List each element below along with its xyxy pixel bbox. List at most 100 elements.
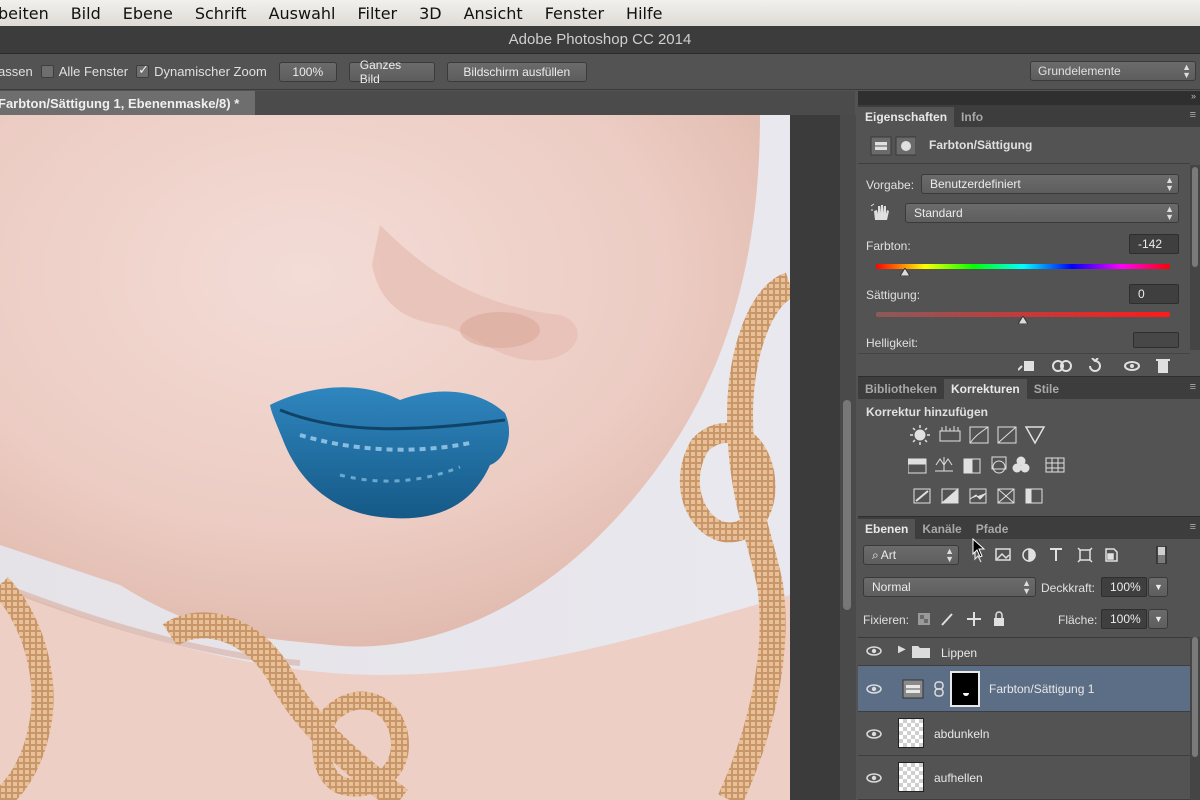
menu-bar: beiten Bild Ebene Schrift Auswahl Filter… <box>0 0 1200 26</box>
updown-icon: ▲ ▼ <box>1022 578 1031 596</box>
updown-icon: ▲ ▼ <box>1182 62 1191 80</box>
folder-icon <box>912 646 930 658</box>
adjustment-mask-icons <box>870 136 916 156</box>
lightness-label: Helligkeit: <box>866 336 919 350</box>
opacity-label: Deckkraft: <box>1041 581 1096 595</box>
channel-value: Standard <box>914 206 963 220</box>
fill-label: Fläche: <box>1058 613 1098 627</box>
saturation-label: Sättigung: <box>866 288 921 302</box>
updown-icon: ▲ ▼ <box>1165 175 1174 193</box>
menu-view[interactable]: Ansicht <box>464 4 523 23</box>
window-title-bar: Adobe Photoshop CC 2014 <box>0 26 1200 54</box>
tab-properties[interactable]: Eigenschaften <box>858 107 955 127</box>
tab-libraries[interactable]: Bibliotheken <box>858 379 944 399</box>
eye-icon[interactable] <box>866 683 882 695</box>
tab-adjustments[interactable]: Korrekturen <box>944 379 1027 399</box>
tab-styles[interactable]: Stile <box>1027 379 1066 399</box>
tab-channels[interactable]: Kanäle <box>915 519 968 539</box>
image-canvas[interactable] <box>0 115 790 800</box>
panel-menu-icon[interactable]: ≡ <box>1190 109 1196 121</box>
workspace-select[interactable]: Grundelemente ▲ ▼ <box>1030 61 1196 81</box>
layer-hue-saturation[interactable]: Farbton/Sättigung 1 <box>858 666 1190 712</box>
layer-aufhellen[interactable]: aufhellen <box>858 756 1190 800</box>
zoom-100-button[interactable]: 100% <box>278 61 337 82</box>
layer-group-lippen[interactable]: ▶ Lippen <box>858 638 1190 666</box>
properties-footer-icons <box>1018 358 1170 373</box>
tab-layers[interactable]: Ebenen <box>858 519 916 539</box>
lock-label: Fixieren: <box>863 613 910 627</box>
document-tab-label: Farbton/Sättigung 1, Ebenenmaske/8) * <box>0 95 240 111</box>
updown-icon: ▲ ▼ <box>1165 204 1174 222</box>
lightness-input[interactable] <box>1133 332 1179 348</box>
options-bar: assen Alle Fenster Dynamischer Zoom 100%… <box>0 54 1200 90</box>
dynamic-zoom-checkbox[interactable] <box>136 62 150 78</box>
panel-menu-icon[interactable]: ≡ <box>1190 381 1196 393</box>
whole-image-button[interactable]: Ganzes Bild <box>348 58 435 86</box>
hue-slider-track[interactable] <box>876 264 1170 269</box>
tab-info[interactable]: Info <box>954 107 990 127</box>
collapse-icon[interactable]: » <box>1191 91 1196 101</box>
preset-value: Benutzerdefiniert <box>930 177 1021 191</box>
updown-icon: ▲ ▼ <box>945 546 954 564</box>
all-windows-checkbox[interactable] <box>40 65 54 78</box>
document-tab[interactable]: Farbton/Sättigung 1, Ebenenmaske/8) * <box>0 91 255 115</box>
fill-screen-button[interactable]: Bildschirm ausfüllen <box>446 61 587 82</box>
opacity-input[interactable]: 100% <box>1101 577 1147 597</box>
saturation-input[interactable]: 0 <box>1129 284 1179 304</box>
menu-filter[interactable]: Filter <box>357 4 397 23</box>
vertical-scroll-thumb[interactable] <box>843 400 851 610</box>
fill-dropdown[interactable]: ▼ <box>1148 609 1168 629</box>
expand-arrow-icon[interactable]: ▶ <box>898 644 906 655</box>
properties-scrollbar[interactable] <box>1190 165 1200 350</box>
tab-paths[interactable]: Pfade <box>969 519 1016 539</box>
preset-select[interactable]: Benutzerdefiniert ▲ ▼ <box>921 174 1179 194</box>
chevron-down-icon: ▼ <box>1154 614 1163 624</box>
adjustments-panel: Bibliotheken Korrekturen Stile ≡ Korrekt… <box>858 376 1200 516</box>
properties-tabs: Eigenschaften Info ≡ <box>858 105 1200 127</box>
targeted-adjustment-hand-icon[interactable] <box>870 202 892 222</box>
layer-filter-icons[interactable] <box>970 546 1182 564</box>
opacity-dropdown[interactable]: ▼ <box>1148 577 1168 597</box>
adjustment-icons[interactable] <box>908 423 1108 513</box>
menu-image[interactable]: Bild <box>71 4 101 23</box>
eye-icon[interactable] <box>866 645 882 657</box>
pasteboard <box>790 115 840 800</box>
workspace-value: Grundelemente <box>1038 64 1121 78</box>
layer-abdunkeln[interactable]: abdunkeln <box>858 712 1190 756</box>
preset-label: Vorgabe: <box>866 178 915 192</box>
layer-filter-kind-select[interactable]: ⌕ Art ▲ ▼ <box>863 545 959 565</box>
link-chain-icon[interactable] <box>934 681 944 697</box>
menu-3d[interactable]: 3D <box>419 4 442 23</box>
hue-input[interactable]: -142 <box>1129 234 1179 254</box>
menu-window[interactable]: Fenster <box>545 4 604 23</box>
eye-icon[interactable] <box>866 728 882 740</box>
menu-edit[interactable]: beiten <box>0 4 49 23</box>
adjustments-tabs: Bibliotheken Korrekturen Stile ≡ <box>858 377 1200 399</box>
menu-select[interactable]: Auswahl <box>269 4 336 23</box>
layer-mask-thumbnail[interactable] <box>950 671 980 707</box>
layer-thumbnail <box>898 762 924 792</box>
panel-menu-icon[interactable]: ≡ <box>1190 521 1196 533</box>
layer-name: Lippen <box>941 646 978 660</box>
photo-image <box>0 115 790 800</box>
saturation-slider-thumb[interactable] <box>1018 316 1028 324</box>
blend-mode-value: Normal <box>872 580 911 594</box>
eye-icon[interactable] <box>866 772 882 784</box>
blend-mode-select[interactable]: Normal ▲ ▼ <box>863 577 1036 597</box>
menu-type[interactable]: Schrift <box>195 4 247 23</box>
lock-icons[interactable] <box>918 611 1008 627</box>
menu-help[interactable]: Hilfe <box>626 4 662 23</box>
layer-filter-kind-value: Art <box>880 548 897 562</box>
menu-layer[interactable]: Ebene <box>123 4 173 23</box>
layers-scrollbar[interactable] <box>1190 637 1200 800</box>
channel-select[interactable]: Standard ▲ ▼ <box>905 203 1179 223</box>
layer-name: aufhellen <box>934 771 983 785</box>
mouse-pointer-icon <box>972 538 986 558</box>
properties-panel: » Eigenschaften Info ≡ Farbton/Sättigung… <box>858 91 1200 376</box>
layers-list: ▶ Lippen Farbton/Sättigung 1 abdunkeln a… <box>858 637 1190 800</box>
layers-panel: Ebenen Kanäle Pfade ≡ ⌕ Art ▲ ▼ Normal ▲ ▼… <box>858 516 1200 800</box>
fill-input[interactable]: 100% <box>1101 609 1147 629</box>
fit-windows-label: assen <box>0 64 33 79</box>
tab-strip <box>255 91 855 115</box>
hue-slider-thumb[interactable] <box>900 268 911 276</box>
